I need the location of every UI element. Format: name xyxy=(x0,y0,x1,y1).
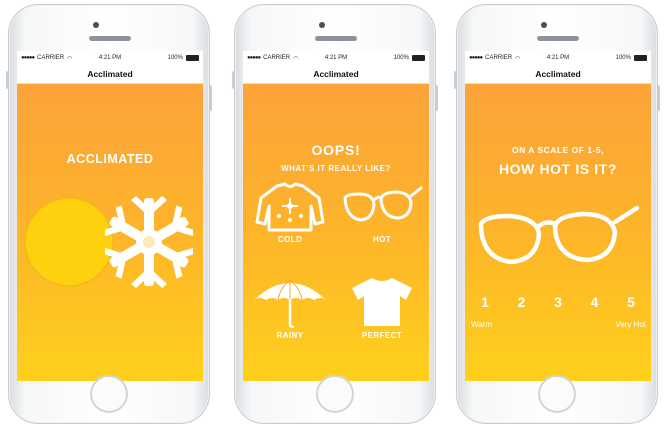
option-rainy-label: RAINY xyxy=(276,331,304,340)
rating-scale: 1 2 3 4 5 xyxy=(475,294,641,310)
battery-icon xyxy=(185,55,199,61)
battery-icon xyxy=(633,55,647,61)
earpiece-speaker xyxy=(315,36,357,41)
wifi-icon: ◠ xyxy=(293,55,299,62)
wifi-icon: ◠ xyxy=(67,55,73,62)
rating-screen: ON A SCALE OF 1-5, HOW HOT IS IT? 1 2 3 … xyxy=(465,84,651,381)
app-title: ACCLIMATED xyxy=(66,152,154,166)
signal-icon: ●●●●● xyxy=(469,55,483,61)
scale-title-line1: ON A SCALE OF 1-5, xyxy=(512,145,604,155)
front-camera xyxy=(93,22,99,28)
oops-title: OOPS! xyxy=(311,142,361,158)
wifi-icon: ◠ xyxy=(515,55,521,62)
nav-title: Acclimated xyxy=(313,69,359,79)
sun-icon xyxy=(24,197,114,287)
nav-title: Acclimated xyxy=(87,69,133,79)
rating-option-4[interactable]: 4 xyxy=(585,294,605,310)
phone-frame-1: ●●●●● CARRIER ◠ 4:21 PM 100% Acclimated … xyxy=(6,4,212,424)
scale-title-line2: HOW HOT IS IT? xyxy=(498,161,618,177)
scale-max-label: Very Hot xyxy=(615,320,646,329)
status-time: 4:21 PM xyxy=(324,55,348,61)
nav-bar: Acclimated xyxy=(465,65,651,84)
rating-option-3[interactable]: 3 xyxy=(548,294,568,310)
phone-screen-3: ●●●●● CARRIER ◠ 4:21 PM 100% Acclimated … xyxy=(465,51,651,381)
sunglasses-icon xyxy=(478,205,640,265)
home-button[interactable] xyxy=(538,375,576,413)
sweater-icon xyxy=(255,182,325,232)
earpiece-speaker xyxy=(537,36,579,41)
battery-icon xyxy=(411,55,425,61)
oops-subtitle: WHAT'S IT REALLY LIKE? xyxy=(281,164,391,173)
phone-frame-3: ●●●●● CARRIER ◠ 4:21 PM 100% Acclimated … xyxy=(454,4,660,424)
home-button[interactable] xyxy=(90,375,128,413)
status-time: 4:21 PM xyxy=(98,55,122,61)
nav-title: Acclimated xyxy=(535,69,581,79)
splash-screen: ACCLIMATED xyxy=(17,84,203,381)
option-cold-button[interactable]: COLD xyxy=(247,182,333,244)
phone-screen-2: ●●●●● CARRIER ◠ 4:21 PM 100% Acclimated … xyxy=(243,51,429,381)
nav-bar: Acclimated xyxy=(17,65,203,84)
carrier-label: CARRIER xyxy=(37,55,65,61)
carrier-label: CARRIER xyxy=(263,55,291,61)
earpiece-speaker xyxy=(89,36,131,41)
status-bar: ●●●●● CARRIER ◠ 4:21 PM 100% xyxy=(17,51,203,65)
carrier-label: CARRIER xyxy=(485,55,513,61)
rating-option-2[interactable]: 2 xyxy=(512,294,532,310)
status-bar: ●●●●● CARRIER ◠ 4:21 PM 100% xyxy=(243,51,429,65)
option-rainy-button[interactable]: RAINY xyxy=(247,276,333,340)
sunglasses-icon xyxy=(343,186,423,222)
scale-min-label: Warm xyxy=(471,320,493,329)
nav-bar: Acclimated xyxy=(243,65,429,84)
snowflake-icon xyxy=(105,196,193,288)
battery-percent: 100% xyxy=(615,55,631,61)
rating-option-5[interactable]: 5 xyxy=(621,294,641,310)
status-time: 4:21 PM xyxy=(546,55,570,61)
tshirt-icon xyxy=(352,278,412,326)
status-bar: ●●●●● CARRIER ◠ 4:21 PM 100% xyxy=(465,51,651,65)
phone-screen-1: ●●●●● CARRIER ◠ 4:21 PM 100% Acclimated … xyxy=(17,51,203,381)
front-camera xyxy=(319,22,325,28)
rating-option-1[interactable]: 1 xyxy=(475,294,495,310)
front-camera xyxy=(541,22,547,28)
phone-frame-2: ●●●●● CARRIER ◠ 4:21 PM 100% Acclimated … xyxy=(232,4,438,424)
umbrella-icon xyxy=(254,279,326,328)
option-hot-button[interactable]: HOT xyxy=(339,182,425,244)
battery-percent: 100% xyxy=(167,55,183,61)
option-perfect-button[interactable]: PERFECT xyxy=(339,276,425,340)
home-button[interactable] xyxy=(316,375,354,413)
signal-icon: ●●●●● xyxy=(247,55,261,61)
option-cold-label: COLD xyxy=(277,235,303,244)
signal-icon: ●●●●● xyxy=(21,55,35,61)
option-hot-label: HOT xyxy=(372,235,392,244)
battery-percent: 100% xyxy=(393,55,409,61)
option-perfect-label: PERFECT xyxy=(361,331,403,340)
condition-screen: OOPS! WHAT'S IT REALLY LIKE? COLD HOT RA… xyxy=(243,84,429,381)
